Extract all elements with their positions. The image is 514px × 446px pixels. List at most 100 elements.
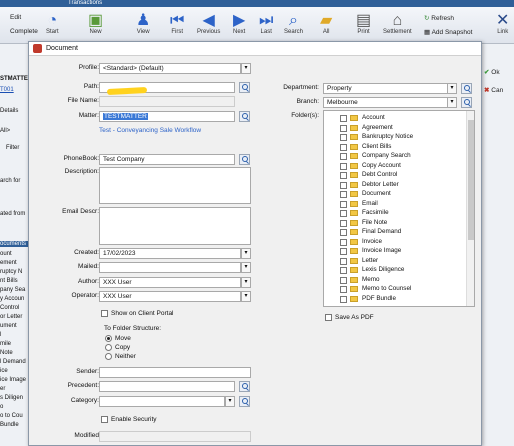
folder-item[interactable]: Memo bbox=[324, 276, 464, 286]
folder-item[interactable]: Debtor Letter bbox=[324, 181, 464, 191]
folder-checkbox[interactable] bbox=[340, 210, 347, 217]
folder-checkbox[interactable] bbox=[340, 134, 347, 141]
previous-button[interactable]: ◀ Previous bbox=[197, 13, 220, 36]
folder-item[interactable]: File Note bbox=[324, 219, 464, 229]
bg-list-item[interactable]: o to Cou bbox=[0, 413, 23, 419]
enable-security-checkbox[interactable] bbox=[101, 416, 108, 423]
search-button[interactable]: ⌕ Search bbox=[284, 13, 303, 36]
folder-checkbox[interactable] bbox=[340, 267, 347, 274]
chevron-down-icon[interactable]: ▾ bbox=[241, 291, 251, 302]
folder-checkbox[interactable] bbox=[340, 143, 347, 151]
complete-item[interactable]: Complete bbox=[10, 28, 38, 35]
email-descr-field[interactable] bbox=[99, 207, 251, 245]
folder-item[interactable]: Facsimile bbox=[324, 209, 464, 219]
last-button[interactable]: ⏭ Last bbox=[259, 13, 273, 36]
category-select[interactable] bbox=[99, 396, 225, 407]
bg-list-item[interactable]: ount bbox=[0, 251, 12, 257]
author-select[interactable]: XXX User bbox=[99, 277, 241, 288]
move-radio[interactable] bbox=[105, 335, 112, 342]
search-icon[interactable] bbox=[461, 97, 472, 108]
folder-checkbox[interactable] bbox=[340, 295, 347, 303]
description-field[interactable] bbox=[99, 167, 251, 204]
branch-select[interactable]: Melbourne bbox=[323, 97, 457, 108]
phonebook-field[interactable]: Test Company bbox=[99, 154, 235, 165]
folder-item[interactable]: Debt Control bbox=[324, 171, 464, 181]
folder-item[interactable]: Agreement bbox=[324, 124, 464, 134]
search-icon[interactable] bbox=[461, 83, 472, 94]
bg-filter-button[interactable]: Filter bbox=[6, 145, 19, 151]
workflow-link[interactable]: Test - Conveyancing Sale Workflow bbox=[99, 127, 201, 134]
filename-field[interactable] bbox=[99, 96, 235, 107]
created-field[interactable]: 17/02/2023 bbox=[99, 248, 241, 259]
chevron-down-icon[interactable]: ▾ bbox=[447, 83, 457, 94]
bg-list-item[interactable]: Control bbox=[0, 305, 19, 311]
ok-button[interactable]: ✔ Ok bbox=[484, 68, 500, 76]
folder-item[interactable]: Bankruptcy Notice bbox=[324, 133, 464, 143]
precedent-field[interactable] bbox=[99, 381, 235, 392]
bg-list-item[interactable]: mile bbox=[0, 341, 11, 347]
folder-item[interactable]: Invoice bbox=[324, 238, 464, 248]
bg-list-item[interactable]: y Accoun bbox=[0, 296, 24, 302]
folder-item[interactable]: PDF Bundle bbox=[324, 295, 464, 305]
new-button[interactable]: ▣ New bbox=[88, 13, 103, 36]
bg-list-item[interactable]: Bundle bbox=[0, 422, 19, 428]
folder-item[interactable]: Account bbox=[324, 114, 464, 124]
bg-list-item[interactable]: ruptcy N bbox=[0, 269, 22, 275]
chevron-down-icon[interactable]: ▾ bbox=[241, 262, 251, 273]
first-button[interactable]: ⏮ First bbox=[170, 13, 184, 36]
bg-list-item[interactable]: s Diligen bbox=[0, 395, 23, 401]
refresh-button[interactable]: ↻ Refresh bbox=[424, 14, 454, 22]
bg-list-item[interactable]: ice Image bbox=[0, 377, 26, 383]
folder-checkbox[interactable] bbox=[340, 162, 347, 170]
folder-checkbox[interactable] bbox=[340, 286, 347, 293]
chevron-down-icon[interactable]: ▾ bbox=[225, 396, 235, 407]
folder-checkbox[interactable] bbox=[340, 172, 347, 179]
chevron-down-icon[interactable]: ▾ bbox=[241, 277, 251, 288]
view-button[interactable]: ♟ View bbox=[136, 13, 150, 36]
folder-checkbox[interactable] bbox=[340, 115, 347, 122]
bg-list-item[interactable]: ice bbox=[0, 368, 8, 374]
folder-list[interactable]: Account Agreement Bankruptcy Notice Client … bbox=[323, 110, 475, 307]
show-portal-checkbox[interactable] bbox=[101, 310, 108, 317]
folder-item[interactable]: Invoice Image bbox=[324, 247, 464, 257]
folder-checkbox[interactable] bbox=[340, 238, 347, 246]
folder-item[interactable]: Client Bills bbox=[324, 143, 464, 153]
sender-field[interactable] bbox=[99, 367, 251, 378]
folder-checkbox[interactable] bbox=[340, 219, 347, 227]
bg-list-item[interactable]: o bbox=[0, 404, 3, 410]
search-icon[interactable] bbox=[239, 381, 250, 392]
folder-item[interactable]: Lexis Diligence bbox=[324, 266, 464, 276]
folder-checkbox[interactable] bbox=[340, 191, 347, 198]
folder-checkbox[interactable] bbox=[340, 248, 347, 255]
edit-item[interactable]: Edit bbox=[10, 14, 21, 21]
folder-item[interactable]: Letter bbox=[324, 257, 464, 267]
department-select[interactable]: Property bbox=[323, 83, 457, 94]
save-as-pdf-checkbox[interactable] bbox=[325, 314, 332, 321]
folder-item[interactable]: Company Search bbox=[324, 152, 464, 162]
cancel-button[interactable]: ✖ Can bbox=[484, 86, 503, 94]
bg-list-item[interactable]: Note bbox=[0, 350, 13, 356]
matter-field[interactable]: TESTMATTER bbox=[99, 111, 235, 122]
copy-radio[interactable] bbox=[105, 344, 112, 351]
folder-checkbox[interactable] bbox=[340, 257, 347, 265]
link-button[interactable]: ✕ Link bbox=[496, 13, 509, 36]
operator-select[interactable]: XXX User bbox=[99, 291, 241, 302]
print-button[interactable]: ▤ Print bbox=[356, 13, 371, 36]
neither-radio[interactable] bbox=[105, 353, 112, 360]
scroll-thumb[interactable] bbox=[468, 120, 474, 240]
add-snapshot-button[interactable]: ▦ Add Snapshot bbox=[424, 28, 472, 36]
search-icon[interactable] bbox=[239, 396, 250, 407]
bg-list-item[interactable]: l bbox=[0, 332, 1, 338]
folder-checkbox[interactable] bbox=[340, 153, 347, 160]
start-button[interactable]: ◔ Start bbox=[46, 13, 59, 36]
bg-list-item[interactable]: pany Sea bbox=[0, 287, 25, 293]
folder-item[interactable]: Document bbox=[324, 190, 464, 200]
folder-scrollbar[interactable] bbox=[466, 111, 474, 306]
bg-list-item[interactable]: l Demand bbox=[0, 359, 26, 365]
next-button[interactable]: ▶ Next bbox=[233, 13, 245, 36]
folder-item[interactable]: Final Demand bbox=[324, 228, 464, 238]
search-icon[interactable] bbox=[239, 154, 250, 165]
all-button[interactable]: ▰ All bbox=[320, 13, 332, 36]
bg-link[interactable]: T001 bbox=[0, 87, 14, 93]
folder-item[interactable]: Memo to Counsel bbox=[324, 285, 464, 295]
